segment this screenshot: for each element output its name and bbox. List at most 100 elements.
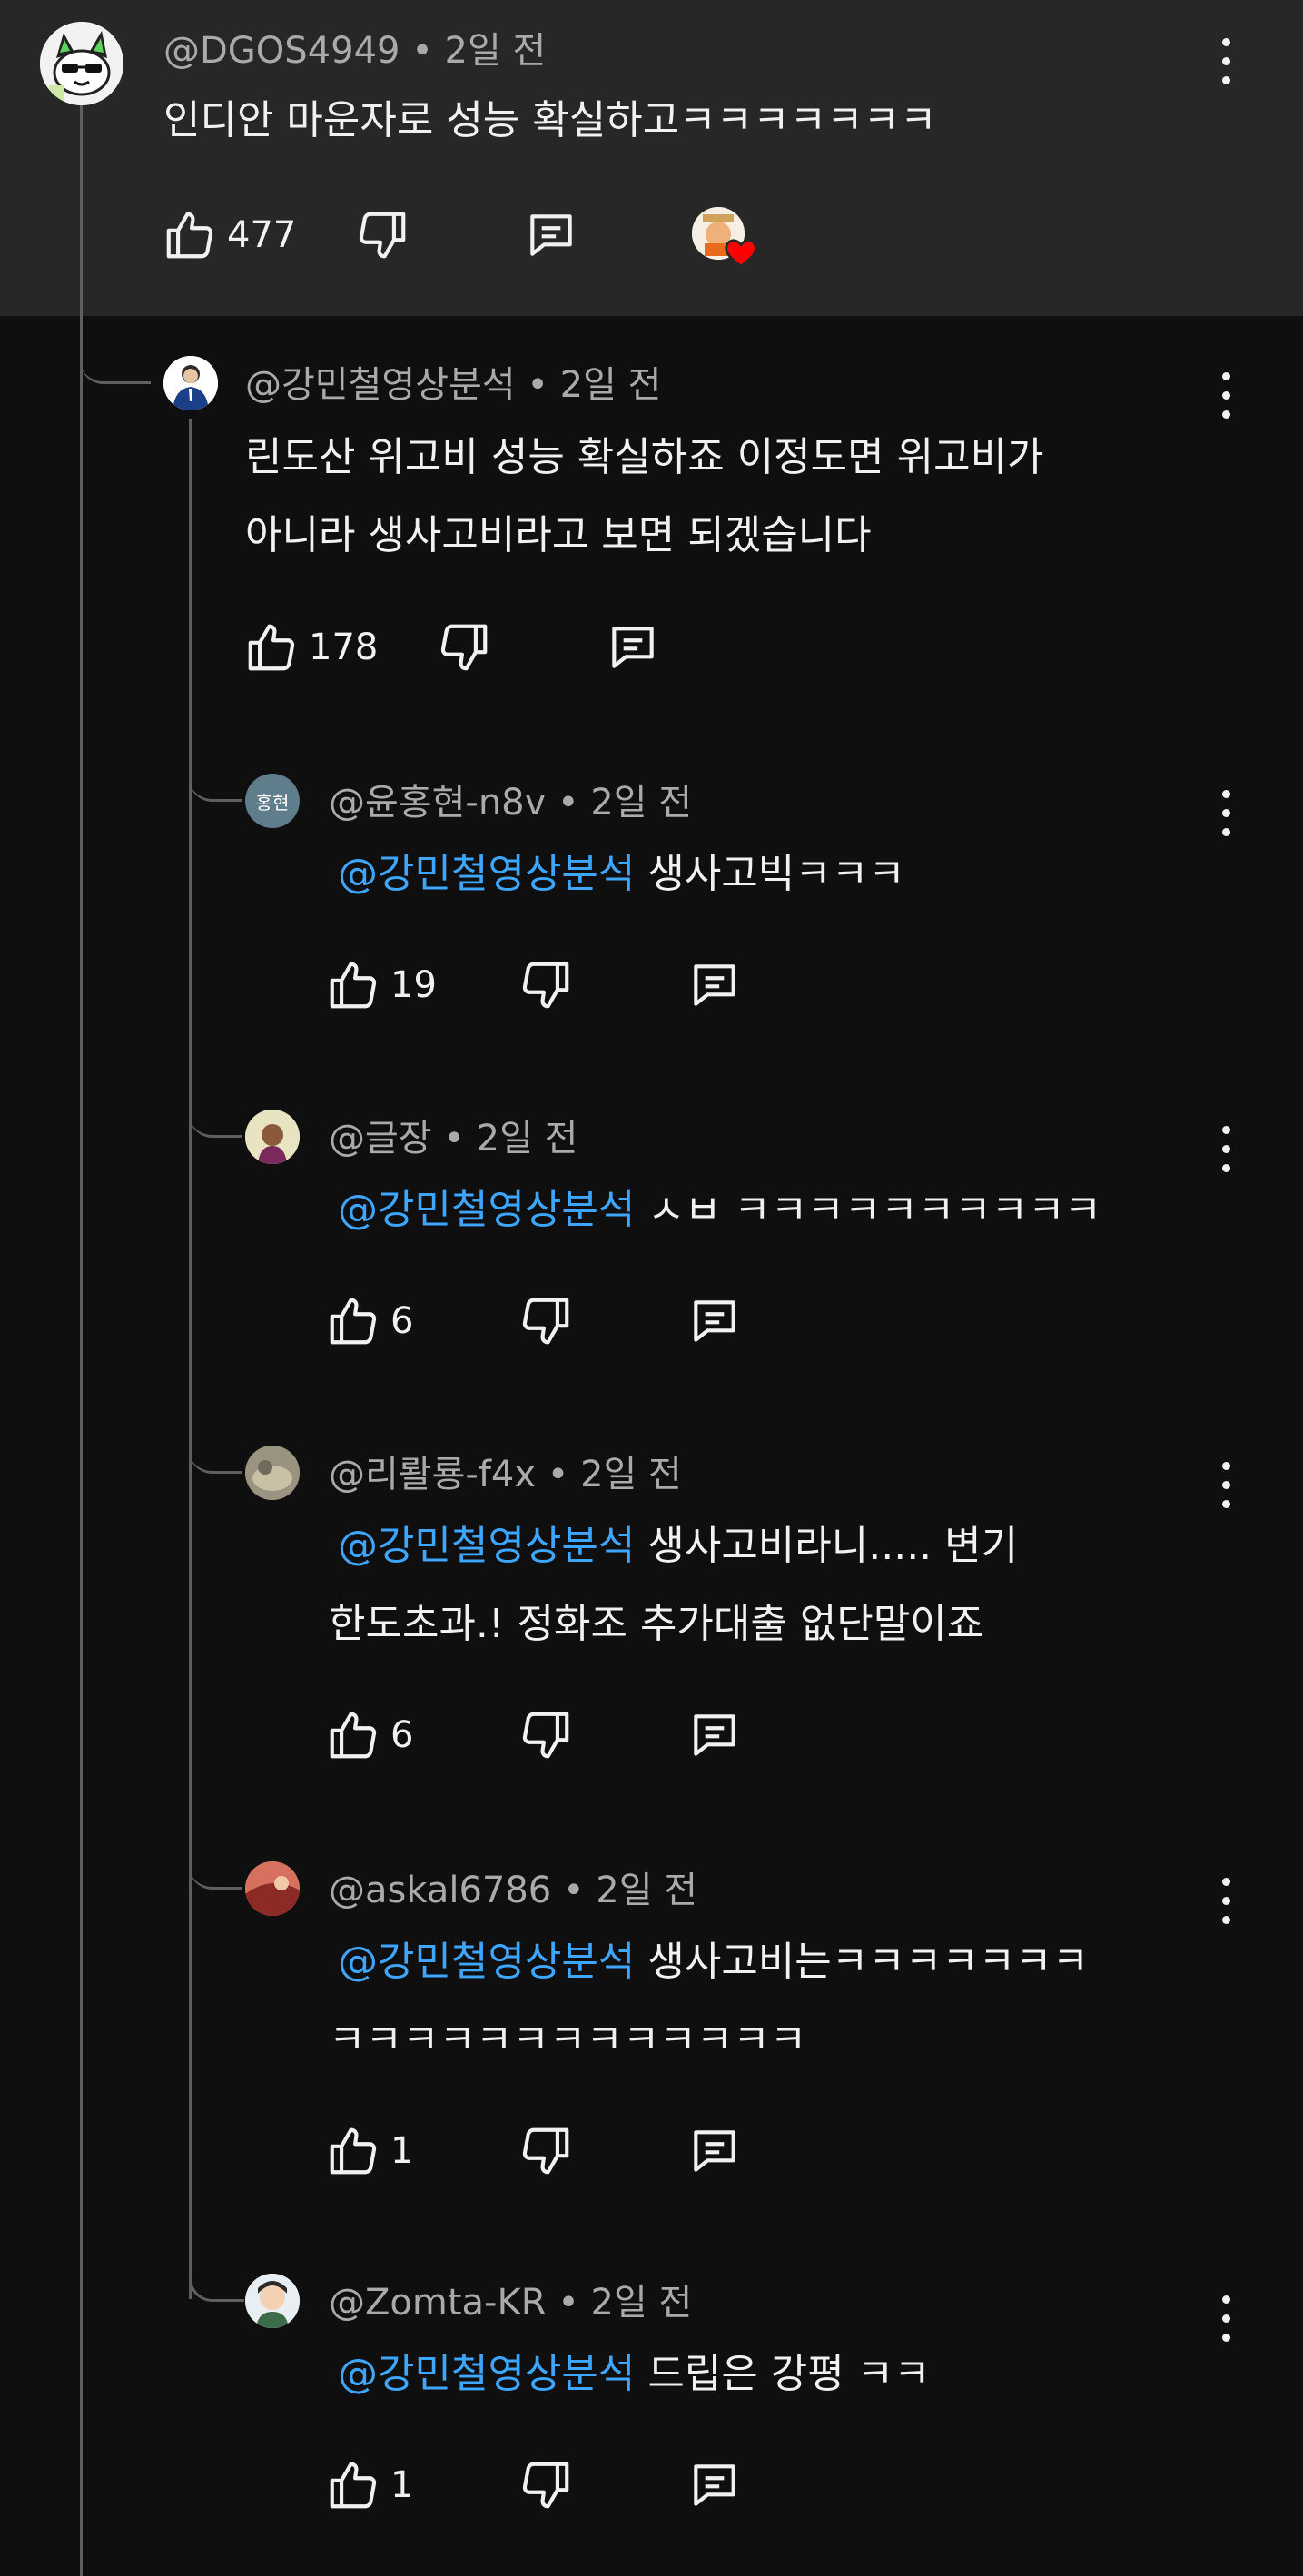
author-handle[interactable]: @DGOS4949 xyxy=(163,30,400,72)
more-options-button[interactable] xyxy=(1208,1458,1244,1513)
avatar[interactable] xyxy=(163,356,218,410)
author-handle[interactable]: @askal6786 xyxy=(329,1870,551,1911)
comment-text-line: 한도초과.! 정화조 추가대출 없단말이죠 xyxy=(329,1601,984,1647)
like-count: 6 xyxy=(390,1714,414,1756)
dislike-button[interactable] xyxy=(518,1707,574,1763)
like-button[interactable]: 477 xyxy=(162,207,296,263)
thumbs-up-icon xyxy=(330,2462,377,2509)
reply-button[interactable] xyxy=(686,2457,743,2513)
like-button[interactable]: 1 xyxy=(325,2457,413,2513)
thumbs-down-icon xyxy=(522,1712,569,1759)
avatar[interactable] xyxy=(40,22,123,105)
more-vert-icon xyxy=(1222,2295,1230,2304)
thumbs-up-icon xyxy=(248,624,295,671)
reply-icon xyxy=(694,2130,735,2172)
separator-dot: • xyxy=(527,364,560,406)
more-options-button[interactable] xyxy=(1208,786,1244,841)
mention-link[interactable]: @강민철영상분석 xyxy=(338,2351,635,2397)
comment-nested-reply: @askal6786 • 2일 전 @강민철영상분석 생사고비는ㅋㅋㅋㅋㅋㅋㅋ … xyxy=(0,1840,1303,2252)
mention-link[interactable]: @강민철영상분석 xyxy=(338,1523,635,1569)
comment-author-line: @글장 • 2일 전 xyxy=(329,1120,577,1157)
dislike-button[interactable] xyxy=(518,1293,574,1349)
reply-button[interactable] xyxy=(686,1707,743,1763)
comment-timestamp[interactable]: 2일 전 xyxy=(596,1870,697,1911)
reply-icon xyxy=(694,2464,735,2506)
more-options-button[interactable] xyxy=(1208,1874,1244,1929)
like-count: 1 xyxy=(390,2130,414,2172)
comment-parent: @DGOS4949 • 2일 전 인디안 마운자로 성능 확실하고ㅋㅋㅋㅋㅋㅋㅋ… xyxy=(0,0,1303,316)
more-options-button[interactable] xyxy=(1208,1122,1244,1177)
dislike-button[interactable] xyxy=(518,2123,574,2179)
like-button[interactable]: 19 xyxy=(325,957,437,1013)
comment-reply: @강민철영상분석 • 2일 전 린도산 위고비 성능 확실하죠 이정도면 위고비… xyxy=(0,316,1303,697)
separator-dot: • xyxy=(558,2282,591,2324)
more-options-button[interactable] xyxy=(1208,369,1244,423)
thumbs-down-icon xyxy=(522,2127,569,2175)
reply-button[interactable] xyxy=(686,957,743,1013)
comment-nested-reply: @Zomta-KR • 2일 전 @강민철영상분석 드립은 강평 ㅋㅋ 1 xyxy=(0,2252,1303,2576)
mention-link[interactable]: @강민철영상분석 xyxy=(338,1939,635,1985)
thumbs-up-icon xyxy=(166,212,213,259)
like-button[interactable]: 6 xyxy=(325,1293,413,1349)
dislike-button[interactable] xyxy=(518,957,574,1013)
mention-link[interactable]: @강민철영상분석 xyxy=(338,1187,635,1233)
dislike-button[interactable] xyxy=(436,619,492,676)
reply-icon xyxy=(694,964,735,1006)
comment-timestamp[interactable]: 2일 전 xyxy=(591,2282,693,2324)
comment-author-line: @askal6786 • 2일 전 xyxy=(329,1872,697,1909)
author-handle[interactable]: @글장 xyxy=(329,1118,432,1160)
author-handle[interactable]: @윤홍현-n8v xyxy=(329,782,546,824)
comment-timestamp[interactable]: 2일 전 xyxy=(445,30,547,72)
comment-text-line: @강민철영상분석 드립은 강평 ㅋㅋ xyxy=(338,2335,931,2413)
comment-text: 생사고빅ㅋㅋㅋ xyxy=(635,851,905,897)
dislike-button[interactable] xyxy=(354,207,410,263)
comment-author-line: @강민철영상분석 • 2일 전 xyxy=(245,367,661,403)
avatar[interactable] xyxy=(245,1110,300,1164)
author-handle[interactable]: @강민철영상분석 xyxy=(245,364,516,406)
author-handle[interactable]: @리뢀룡-f4x xyxy=(329,1454,536,1495)
avatar-initials: 홍현 xyxy=(255,791,290,814)
comment-timestamp[interactable]: 2일 전 xyxy=(560,364,662,406)
avatar[interactable]: 홍현 xyxy=(245,774,300,828)
more-vert-icon xyxy=(1222,38,1230,46)
reply-button[interactable] xyxy=(686,1293,743,1349)
more-options-button[interactable] xyxy=(1208,35,1244,89)
more-vert-icon xyxy=(1222,1126,1230,1134)
author-handle[interactable]: @Zomta-KR xyxy=(329,2282,547,2324)
thumbs-down-icon xyxy=(440,624,488,671)
more-options-button[interactable] xyxy=(1208,2292,1244,2346)
reply-button[interactable] xyxy=(605,619,661,676)
comment-text-line: @강민철영상분석 ㅅㅂ ㅋㅋㅋㅋㅋㅋㅋㅋㅋㅋ xyxy=(338,1171,1101,1249)
creator-heart-icon xyxy=(723,234,759,271)
comment-text-line: 아니라 생사고비라고 보면 되겠습니다 xyxy=(245,512,872,558)
comment-text-line: @강민철영상분석 생사고비는ㅋㅋㅋㅋㅋㅋㅋ xyxy=(338,1923,1089,2001)
reply-button[interactable] xyxy=(523,207,579,263)
mention-link[interactable]: @강민철영상분석 xyxy=(338,851,635,897)
comment-text-line: 린도산 위고비 성능 확실하죠 이정도면 위고비가 xyxy=(245,434,1044,480)
more-vert-icon xyxy=(1222,372,1230,380)
comment-timestamp[interactable]: 2일 전 xyxy=(580,1454,682,1495)
comment-text: 생사고비라니..... 변기 xyxy=(635,1523,1019,1569)
comment-timestamp[interactable]: 2일 전 xyxy=(477,1118,578,1160)
like-button[interactable]: 6 xyxy=(325,1707,413,1763)
reply-button[interactable] xyxy=(686,2123,743,2179)
like-button[interactable]: 178 xyxy=(243,619,378,676)
thumbs-up-icon xyxy=(330,2127,377,2175)
like-count: 1 xyxy=(390,2464,414,2506)
comment-timestamp[interactable]: 2일 전 xyxy=(590,782,692,824)
thumbs-down-icon xyxy=(359,212,406,259)
separator-dot: • xyxy=(443,1118,477,1160)
more-vert-icon xyxy=(1222,1878,1230,1886)
comment-text: 생사고비는ㅋㅋㅋㅋㅋㅋㅋ xyxy=(635,1939,1090,1985)
separator-dot: • xyxy=(547,1454,581,1495)
thumbs-down-icon xyxy=(522,1298,569,1345)
dislike-button[interactable] xyxy=(518,2457,574,2513)
like-button[interactable]: 1 xyxy=(325,2123,413,2179)
comment-nested-reply: @리뢀룡-f4x • 2일 전 @강민철영상분석 생사고비라니..... 변기 … xyxy=(0,1424,1303,1840)
separator-dot: • xyxy=(562,1870,597,1911)
separator-dot: • xyxy=(411,30,445,72)
avatar[interactable] xyxy=(245,2274,300,2328)
separator-dot: • xyxy=(558,782,591,824)
avatar[interactable] xyxy=(245,1861,300,1916)
avatar[interactable] xyxy=(245,1446,300,1500)
